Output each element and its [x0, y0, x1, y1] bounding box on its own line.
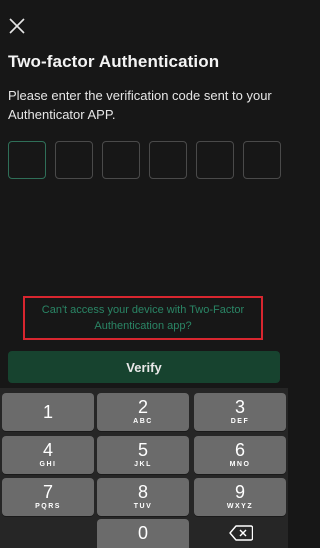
key-9-letters: WXYZ: [226, 503, 254, 510]
code-digit-5[interactable]: [196, 141, 234, 179]
key-4[interactable]: 4 GHI: [2, 436, 94, 474]
key-3[interactable]: 3 DEF: [194, 393, 286, 431]
cant-access-device-link[interactable]: Can't access your device with Two-Factor…: [23, 296, 263, 340]
key-3-letters: DEF: [230, 418, 250, 425]
instruction-text: Please enter the verification code sent …: [8, 88, 272, 122]
key-8-letters: TUV: [133, 503, 153, 510]
cant-access-device-link-text: Can't access your device with Two-Factor…: [41, 304, 245, 332]
code-digit-6[interactable]: [243, 141, 281, 179]
key-4-letters: GHI: [39, 461, 57, 468]
close-button[interactable]: [6, 15, 28, 37]
key-5-letters: JKL: [134, 461, 152, 468]
key-6-letters: MNO: [229, 461, 251, 468]
key-2-letters: ABC: [133, 418, 153, 425]
key-1[interactable]: 1: [2, 393, 94, 431]
backspace-icon: [229, 525, 253, 541]
key-2-digit: 2: [137, 397, 148, 417]
key-0-digit: 0: [137, 523, 148, 543]
numeric-keypad: 1 2 ABC 3 DEF 4 GHI 5 JKL 6 MNO 7 PQRS 8…: [0, 388, 288, 548]
close-icon: [9, 18, 25, 34]
key-9[interactable]: 9 WXYZ: [194, 478, 286, 516]
verify-button[interactable]: Verify: [8, 351, 280, 383]
key-5[interactable]: 5 JKL: [97, 436, 189, 474]
code-digit-1[interactable]: [8, 141, 46, 179]
key-6[interactable]: 6 MNO: [194, 436, 286, 474]
key-2[interactable]: 2 ABC: [97, 393, 189, 431]
key-1-digit: 1: [42, 401, 53, 422]
key-7-digit: 7: [42, 482, 53, 502]
code-digit-2[interactable]: [55, 141, 93, 179]
backspace-key[interactable]: [195, 518, 287, 548]
key-6-digit: 6: [234, 440, 245, 460]
key-9-digit: 9: [234, 482, 245, 502]
page-title: Two-factor Authentication: [8, 52, 220, 71]
code-digit-4[interactable]: [149, 141, 187, 179]
key-8[interactable]: 8 TUV: [97, 478, 189, 516]
key-7[interactable]: 7 PQRS: [2, 478, 94, 516]
key-3-digit: 3: [234, 397, 245, 417]
key-7-letters: PQRS: [35, 503, 61, 510]
key-4-digit: 4: [42, 440, 53, 460]
key-5-digit: 5: [137, 440, 148, 460]
key-0[interactable]: 0: [97, 519, 189, 548]
verification-code-inputs: [8, 141, 308, 181]
key-8-digit: 8: [137, 482, 148, 502]
code-digit-3[interactable]: [102, 141, 140, 179]
